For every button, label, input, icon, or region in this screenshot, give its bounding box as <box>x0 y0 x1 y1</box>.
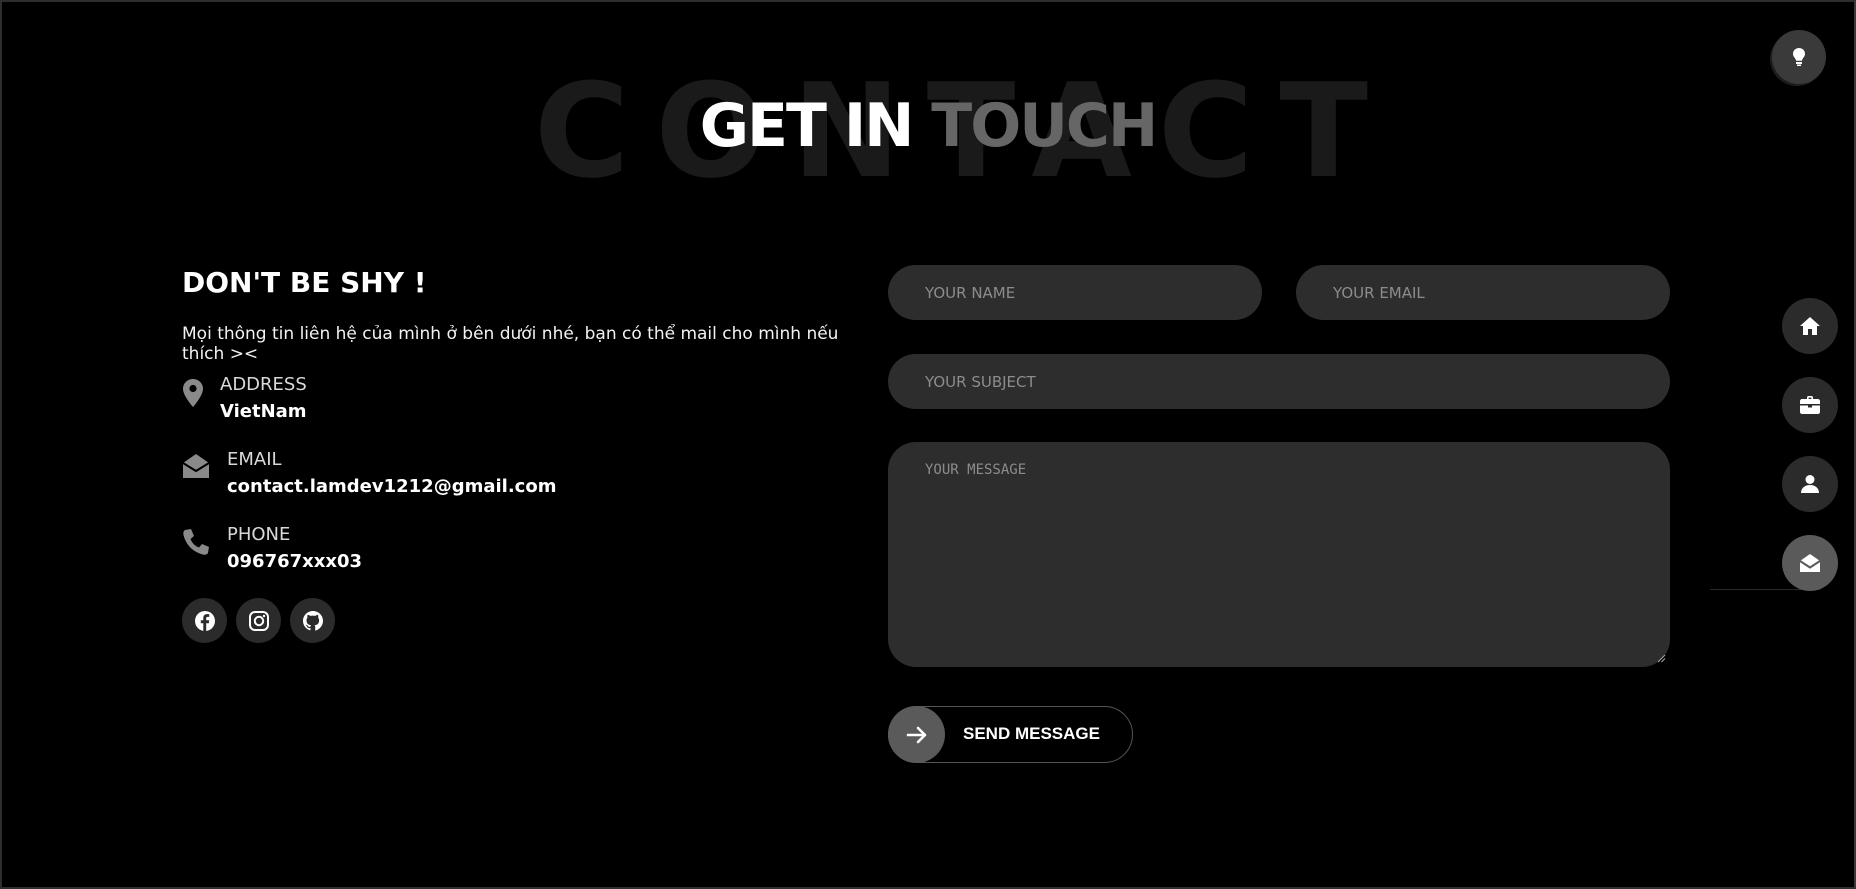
location-pin-icon <box>182 378 212 408</box>
github-icon <box>302 610 323 631</box>
address-label: ADDRESS <box>220 374 307 395</box>
arrow-right-icon <box>906 726 926 743</box>
briefcase-icon <box>1800 396 1820 414</box>
phone-item: PHONE 096767xxx03 <box>182 524 362 572</box>
name-input[interactable]: YOUR NAME <box>888 265 1262 320</box>
envelope-open-icon <box>1799 554 1821 572</box>
contact-heading: DON'T BE SHY ! <box>182 266 427 299</box>
phone-icon <box>182 528 212 558</box>
instagram-link[interactable] <box>236 598 281 643</box>
contact-info-section: DON'T BE SHY ! Mọi thông tin liên hệ của… <box>182 266 872 643</box>
phone-label: PHONE <box>227 524 291 545</box>
page-title-part2: TOUCH <box>931 91 1158 161</box>
email-item: EMAIL contact.lamdev1212@gmail.com <box>182 449 556 497</box>
contact-intro-text: Mọi thông tin liên hệ của mình ở bên dướ… <box>182 324 839 364</box>
instagram-icon <box>248 610 269 631</box>
facebook-icon <box>194 610 215 631</box>
github-link[interactable] <box>290 598 335 643</box>
subject-input[interactable]: YOUR SUBJECT <box>888 354 1670 409</box>
social-links <box>182 598 335 643</box>
message-textarea[interactable]: YOUR MESSAGE <box>888 442 1670 667</box>
send-message-button[interactable]: SEND MESSAGE <box>888 706 1133 763</box>
email-label: EMAIL <box>227 449 282 470</box>
send-message-label: SEND MESSAGE <box>963 724 1100 743</box>
nav-contact[interactable] <box>1782 535 1838 591</box>
envelope-open-icon <box>182 453 212 483</box>
email-value[interactable]: contact.lamdev1212@gmail.com <box>227 476 556 497</box>
user-icon <box>1801 475 1819 493</box>
lightbulb-icon <box>1793 48 1805 66</box>
send-arrow-circle <box>888 706 945 763</box>
nav-about[interactable] <box>1782 456 1838 512</box>
theme-toggle-button[interactable] <box>1772 30 1826 84</box>
page-title-part1: GET IN <box>699 91 915 161</box>
address-item: ADDRESS VietNam <box>182 374 307 422</box>
email-input[interactable]: YOUR EMAIL <box>1296 265 1670 320</box>
home-icon <box>1800 317 1820 335</box>
facebook-link[interactable] <box>182 598 227 643</box>
nav-home[interactable] <box>1782 298 1838 354</box>
page-title: GET IN TOUCH <box>0 96 1856 156</box>
message-placeholder: YOUR MESSAGE <box>925 462 1027 478</box>
phone-value[interactable]: 096767xxx03 <box>227 551 362 572</box>
address-value: VietNam <box>220 401 307 422</box>
resize-handle-icon[interactable] <box>1657 654 1666 663</box>
nav-portfolio[interactable] <box>1782 377 1838 433</box>
